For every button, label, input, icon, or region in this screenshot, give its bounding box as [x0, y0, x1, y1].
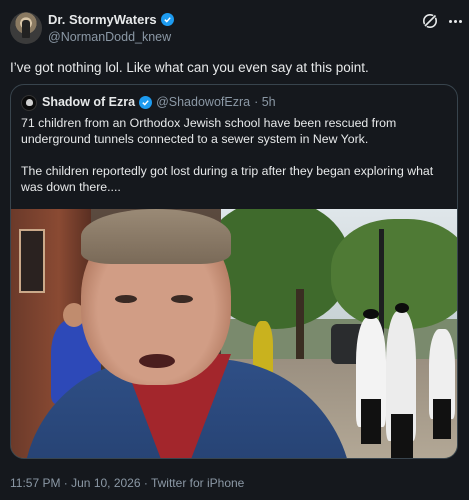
video-thumbnail[interactable] — [11, 209, 457, 458]
quoted-tweet-card[interactable]: Shadow of Ezra @ShadowofEzra · 5h 71 chi… — [10, 84, 458, 459]
more-dots-icon[interactable] — [449, 20, 462, 23]
quoted-author-avatar[interactable] — [21, 95, 37, 111]
author-handle[interactable]: @NormanDodd_knew — [48, 30, 171, 44]
author-display-name[interactable]: Dr. StormyWaters — [48, 12, 157, 27]
quoted-text: 71 children from an Orthodox Jewish scho… — [21, 115, 449, 211]
person-silhouette-icon — [22, 20, 30, 38]
quoted-time: · 5h — [254, 95, 276, 109]
tweet: Dr. StormyWaters @NormanDodd_knew I’ve g… — [0, 0, 469, 500]
quoted-author-row: Shadow of Ezra @ShadowofEzra · 5h — [42, 95, 276, 109]
verified-badge-icon — [160, 13, 174, 26]
quoted-paragraph: The children reportedly got lost during … — [21, 164, 434, 194]
grok-slash-icon[interactable] — [421, 12, 439, 30]
author-avatar[interactable] — [10, 12, 42, 44]
quoted-handle[interactable]: @ShadowofEzra — [156, 95, 250, 109]
tweet-timestamp[interactable]: 11:57 PM · Jun 10, 2026 · Twitter for iP… — [10, 476, 244, 490]
quoted-display-name[interactable]: Shadow of Ezra — [42, 95, 135, 109]
verified-badge-icon — [139, 95, 153, 109]
tweet-text: I’ve got nothing lol. Like what can you … — [10, 60, 369, 75]
quoted-paragraph: 71 children from an Orthodox Jewish scho… — [21, 116, 397, 146]
author-name-row: Dr. StormyWaters — [48, 12, 174, 27]
